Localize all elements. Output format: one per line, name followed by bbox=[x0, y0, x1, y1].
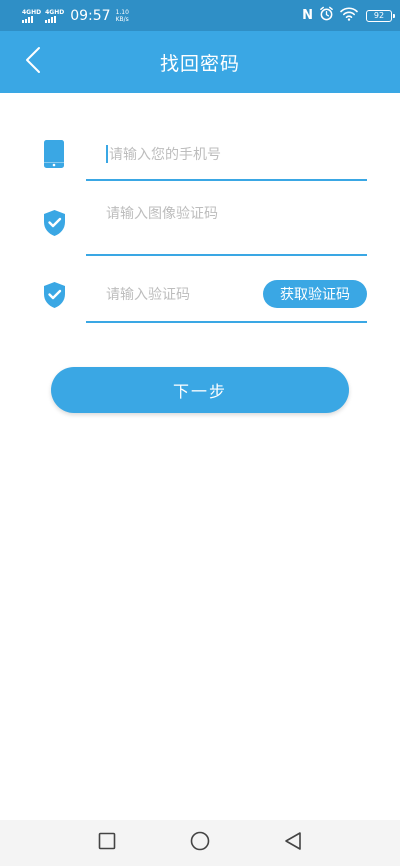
image-code-underline bbox=[86, 254, 367, 256]
clock: 09:57 bbox=[70, 7, 111, 24]
battery-level: 92 bbox=[373, 11, 385, 20]
page-title: 找回密码 bbox=[159, 52, 240, 75]
signal-1: 4GHD bbox=[22, 9, 41, 23]
back-button[interactable] bbox=[18, 46, 48, 78]
signal-bars-icon bbox=[22, 15, 33, 23]
sms-code-row: 获取验证码 bbox=[0, 276, 400, 326]
sms-code-input[interactable] bbox=[106, 284, 246, 306]
phone-row bbox=[0, 135, 400, 183]
network-speed-value: 1.10 bbox=[115, 8, 129, 16]
wifi-icon bbox=[340, 6, 358, 25]
recent-apps-button[interactable] bbox=[87, 823, 127, 863]
network-speed: 1.10 KB/s bbox=[116, 9, 129, 23]
status-icons: N 92 bbox=[302, 6, 395, 25]
text-caret bbox=[106, 145, 108, 163]
signal-2-label: 4GHD bbox=[45, 8, 65, 16]
alarm-icon bbox=[319, 6, 334, 25]
app-bar: 找回密码 bbox=[0, 31, 400, 93]
phone-underline bbox=[86, 179, 367, 181]
home-button[interactable] bbox=[180, 823, 220, 863]
signal-bars-icon bbox=[45, 15, 57, 23]
sms-code-underline bbox=[86, 321, 367, 323]
shield-check-icon bbox=[42, 281, 67, 313]
chevron-left-icon bbox=[25, 46, 41, 78]
battery-icon: 92 bbox=[366, 9, 395, 22]
phone-icon bbox=[43, 139, 65, 173]
image-code-row: 请输入图像验证码 bbox=[0, 200, 400, 258]
shield-check-icon bbox=[42, 209, 67, 241]
image-code-input[interactable]: 请输入图像验证码 bbox=[106, 204, 224, 224]
get-code-button[interactable]: 获取验证码 bbox=[263, 280, 367, 308]
nav-back-button[interactable] bbox=[273, 823, 313, 863]
nfc-icon: N bbox=[302, 8, 313, 23]
triangle-back-icon bbox=[284, 831, 302, 855]
square-icon bbox=[98, 832, 116, 854]
phone-input[interactable] bbox=[109, 144, 349, 166]
status-bar: 4GHD 4GHD 09:57 1.10 KB/s N 92 bbox=[0, 0, 400, 31]
circle-icon bbox=[190, 831, 210, 855]
signal-1-label: 4GHD bbox=[22, 8, 42, 16]
signal-2: 4GHD bbox=[45, 9, 64, 23]
network-speed-unit: KB/s bbox=[115, 15, 129, 23]
system-nav-bar bbox=[0, 820, 400, 866]
next-button[interactable]: 下一步 bbox=[51, 367, 349, 413]
